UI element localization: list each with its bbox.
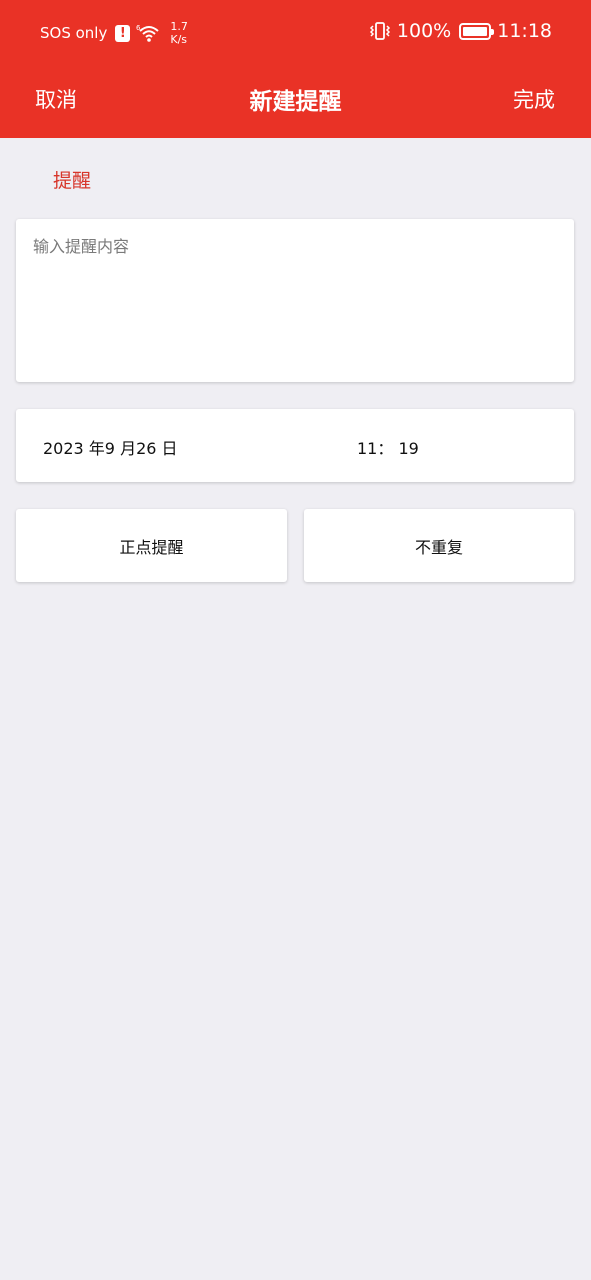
sos-badge-icon: !	[115, 24, 131, 42]
app-bar: 取消 新建提醒 完成	[0, 66, 591, 138]
repeat-label: 不重复	[414, 537, 463, 557]
vibrate-icon	[369, 22, 390, 40]
page-title: 新建提醒	[249, 89, 342, 115]
wifi-icon: 6	[136, 24, 160, 42]
reminder-content-card	[16, 219, 574, 382]
network-speed-value: 1.7	[170, 20, 188, 33]
reminder-content-input[interactable]	[16, 219, 574, 382]
date-picker[interactable]: 2023 年9 月26 日	[43, 435, 178, 459]
done-button[interactable]: 完成	[513, 84, 555, 114]
alert-mode-label: 正点提醒	[119, 537, 184, 557]
repeat-button[interactable]: 不重复	[304, 509, 574, 582]
network-speed: 1.7 K/s	[170, 20, 188, 46]
status-bar: SOS only ! 6 1.7 K/s 100% 11:18	[0, 0, 591, 66]
battery-icon	[459, 22, 495, 40]
time-picker[interactable]: 11： 19	[357, 435, 419, 459]
battery-percent: 100%	[396, 20, 452, 42]
clock: 11:18	[497, 20, 552, 42]
carrier-text: SOS only	[40, 24, 108, 42]
status-left: SOS only ! 6 1.7 K/s	[40, 20, 188, 46]
datetime-card: 2023 年9 月26 日 11： 19	[16, 409, 574, 482]
status-right: 100% 11:18	[369, 20, 552, 42]
section-label: 提醒	[53, 170, 92, 192]
battery-fill	[463, 26, 488, 36]
network-speed-unit: K/s	[170, 33, 188, 46]
alert-mode-button[interactable]: 正点提醒	[16, 509, 287, 582]
